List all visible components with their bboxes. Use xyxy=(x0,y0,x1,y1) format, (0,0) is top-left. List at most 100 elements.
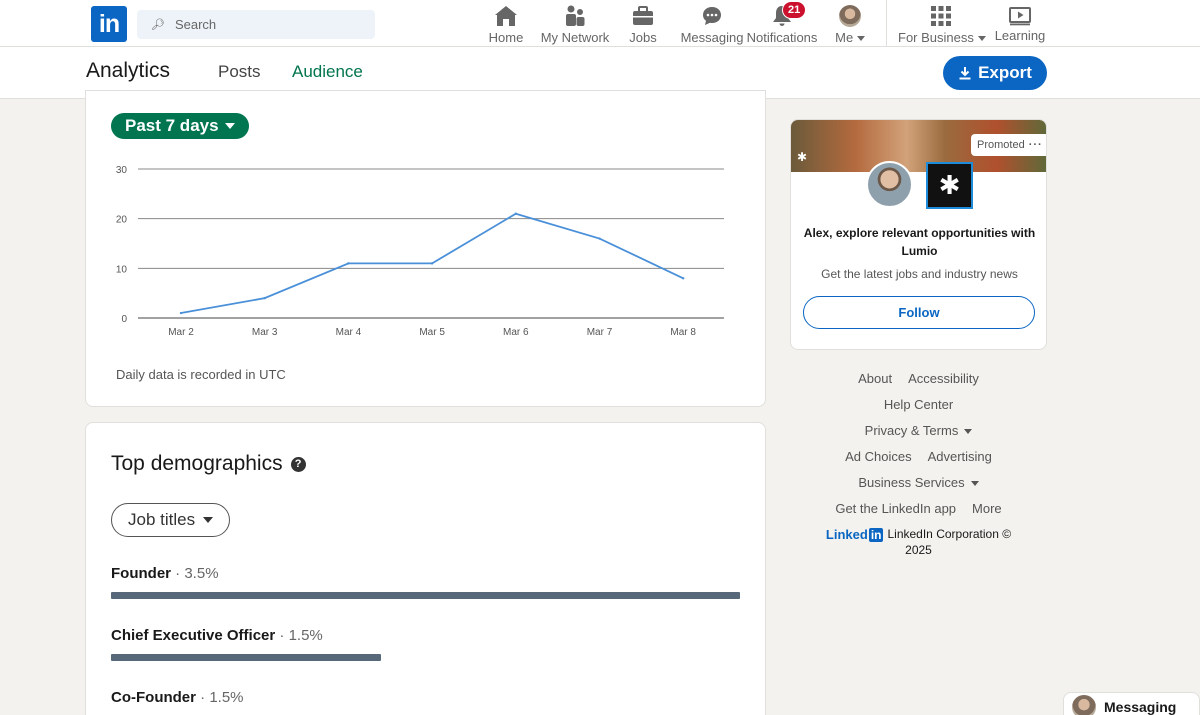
linkedin-wordmark: Linked in xyxy=(825,527,884,542)
x-tick-label: Mar 7 xyxy=(587,327,613,338)
x-tick-label: Mar 5 xyxy=(419,327,445,338)
me-avatar-wrap xyxy=(832,4,868,28)
nav-for-business[interactable]: For Business xyxy=(898,4,986,46)
job-title: Chief Executive Officer xyxy=(111,627,276,644)
nav-label: Notifications xyxy=(746,30,818,45)
briefcase-icon xyxy=(633,6,653,25)
data-point xyxy=(682,277,685,280)
page-title: Analytics xyxy=(86,59,171,82)
y-tick-label: 0 xyxy=(121,314,127,325)
nav-label: Messaging xyxy=(680,30,744,45)
x-tick-label: Mar 6 xyxy=(503,327,529,338)
data-point xyxy=(347,262,350,265)
nav-for-business-label: For Business xyxy=(898,31,986,45)
caret-down-icon xyxy=(203,517,214,523)
footer-link-about[interactable]: About xyxy=(858,371,892,387)
export-button[interactable]: Export xyxy=(943,56,1047,90)
x-tick-label: Mar 8 xyxy=(670,327,696,338)
followers-chart-card: Past 7 days 0 10 20 30 Mar 2 Mar 3 Mar 4 Mar 5 M… xyxy=(85,90,766,407)
search-box[interactable]: 🔍︎ xyxy=(137,10,375,39)
demographic-row: Founder · 3.5% xyxy=(111,565,741,599)
nav-me[interactable]: Me xyxy=(832,4,868,46)
demographic-bar xyxy=(111,654,381,661)
network-icon xyxy=(566,5,585,26)
percentage: 3.5% xyxy=(184,565,219,582)
footer-link-business-services[interactable]: Business Services xyxy=(858,475,979,491)
nav-label: My Network xyxy=(540,30,610,45)
nav-divider xyxy=(886,0,887,47)
nav-messaging[interactable]: Messaging xyxy=(680,4,744,46)
nav-jobs[interactable]: Jobs xyxy=(627,4,659,46)
promo-headline: Alex, explore relevant opportunities wit… xyxy=(803,226,1036,258)
footer-link-accessibility[interactable]: Accessibility xyxy=(908,371,979,387)
footer-row: About Accessibility xyxy=(790,371,1047,387)
avatar xyxy=(1072,695,1096,715)
more-options-icon[interactable]: ··· xyxy=(1029,139,1043,151)
footer-link-advertising[interactable]: Advertising xyxy=(928,449,992,465)
right-rail-footer: About Accessibility Help Center Privacy … xyxy=(790,371,1047,558)
footer-link-privacy-terms[interactable]: Privacy & Terms xyxy=(865,423,973,439)
data-point xyxy=(598,237,601,240)
company-logo[interactable]: ✱ xyxy=(926,162,973,209)
nav-me-label: Me xyxy=(832,31,868,45)
messaging-overlay-tab[interactable]: Messaging xyxy=(1063,692,1200,715)
download-icon xyxy=(959,67,971,80)
footer-row: Ad Choices Advertising xyxy=(790,449,1047,465)
demographic-label: Chief Executive Officer · 1.5% xyxy=(111,627,323,644)
footer-link-get-app[interactable]: Get the LinkedIn app xyxy=(835,501,956,517)
demographics-title: Top demographics xyxy=(111,452,283,475)
filter-label: Job titles xyxy=(128,510,196,529)
bell-wrap: 21 xyxy=(770,1,807,28)
y-tick-label: 30 xyxy=(116,165,128,176)
search-icon: 🔍︎ xyxy=(151,19,165,31)
footer-link-more[interactable]: More xyxy=(972,501,1002,517)
footer-row: Get the LinkedIn app More xyxy=(790,501,1047,517)
nav-label: Jobs xyxy=(629,30,657,45)
notification-badge: 21 xyxy=(782,1,807,19)
messaging-icon xyxy=(703,7,721,25)
help-icon[interactable]: ? xyxy=(290,456,306,472)
job-title: Co-Founder xyxy=(111,689,196,706)
footer-link-help-center[interactable]: Help Center xyxy=(884,397,953,413)
messaging-label: Messaging xyxy=(1104,699,1177,715)
grid-icon xyxy=(931,6,951,26)
demographic-row: Co-Founder · 1.5% xyxy=(111,689,741,706)
footer-brand: Linked in LinkedIn Corporation © xyxy=(790,527,1047,542)
chevron-down-icon xyxy=(856,36,865,42)
nav-home[interactable]: Home xyxy=(486,4,526,46)
avatar xyxy=(839,5,861,27)
chevron-down-icon xyxy=(977,36,986,42)
nav-learning[interactable]: Learning xyxy=(994,4,1046,46)
promoted-badge[interactable]: Promoted ··· xyxy=(971,134,1046,156)
footer-row: Help Center xyxy=(790,397,1047,413)
linkedin-logo[interactable]: in xyxy=(91,6,127,42)
search-input[interactable] xyxy=(174,17,365,32)
tab-audience[interactable]: Audience xyxy=(292,62,363,82)
footer-link-ad-choices[interactable]: Ad Choices xyxy=(845,449,911,465)
demographic-filter-dropdown[interactable]: Job titles xyxy=(111,503,231,537)
chart-note: Daily data is recorded in UTC xyxy=(116,367,286,382)
demographic-row: Chief Executive Officer · 1.5% xyxy=(111,627,741,661)
x-tick-label: Mar 2 xyxy=(168,327,194,338)
y-tick-label: 20 xyxy=(116,215,128,226)
demographic-label: Founder · 3.5% xyxy=(111,565,219,582)
nav-my-network[interactable]: My Network xyxy=(539,4,611,46)
promoted-card: ✱ Promoted ··· ✱ Alex, explore relevant … xyxy=(790,119,1047,350)
date-range-label: Past 7 days xyxy=(125,116,219,135)
chevron-down-icon xyxy=(970,480,979,486)
footer-row: Business Services xyxy=(790,475,1047,491)
tab-posts[interactable]: Posts xyxy=(218,62,261,82)
caret-down-icon xyxy=(224,123,235,129)
nav-notifications[interactable]: 21 Notifications xyxy=(745,1,819,46)
data-point xyxy=(514,212,517,215)
demographic-label: Co-Founder · 1.5% xyxy=(111,689,244,706)
percentage: 1.5% xyxy=(209,689,244,706)
nav-label: Learning xyxy=(994,28,1046,43)
demographic-bar xyxy=(111,592,740,599)
footer-row: Privacy & Terms xyxy=(790,423,1047,439)
percentage: 1.5% xyxy=(288,627,323,644)
promoted-label: Promoted xyxy=(977,139,1025,151)
follow-button[interactable]: Follow xyxy=(803,296,1035,329)
corp-text: LinkedIn Corporation © xyxy=(887,527,1012,541)
date-range-dropdown[interactable]: Past 7 days xyxy=(111,113,249,139)
